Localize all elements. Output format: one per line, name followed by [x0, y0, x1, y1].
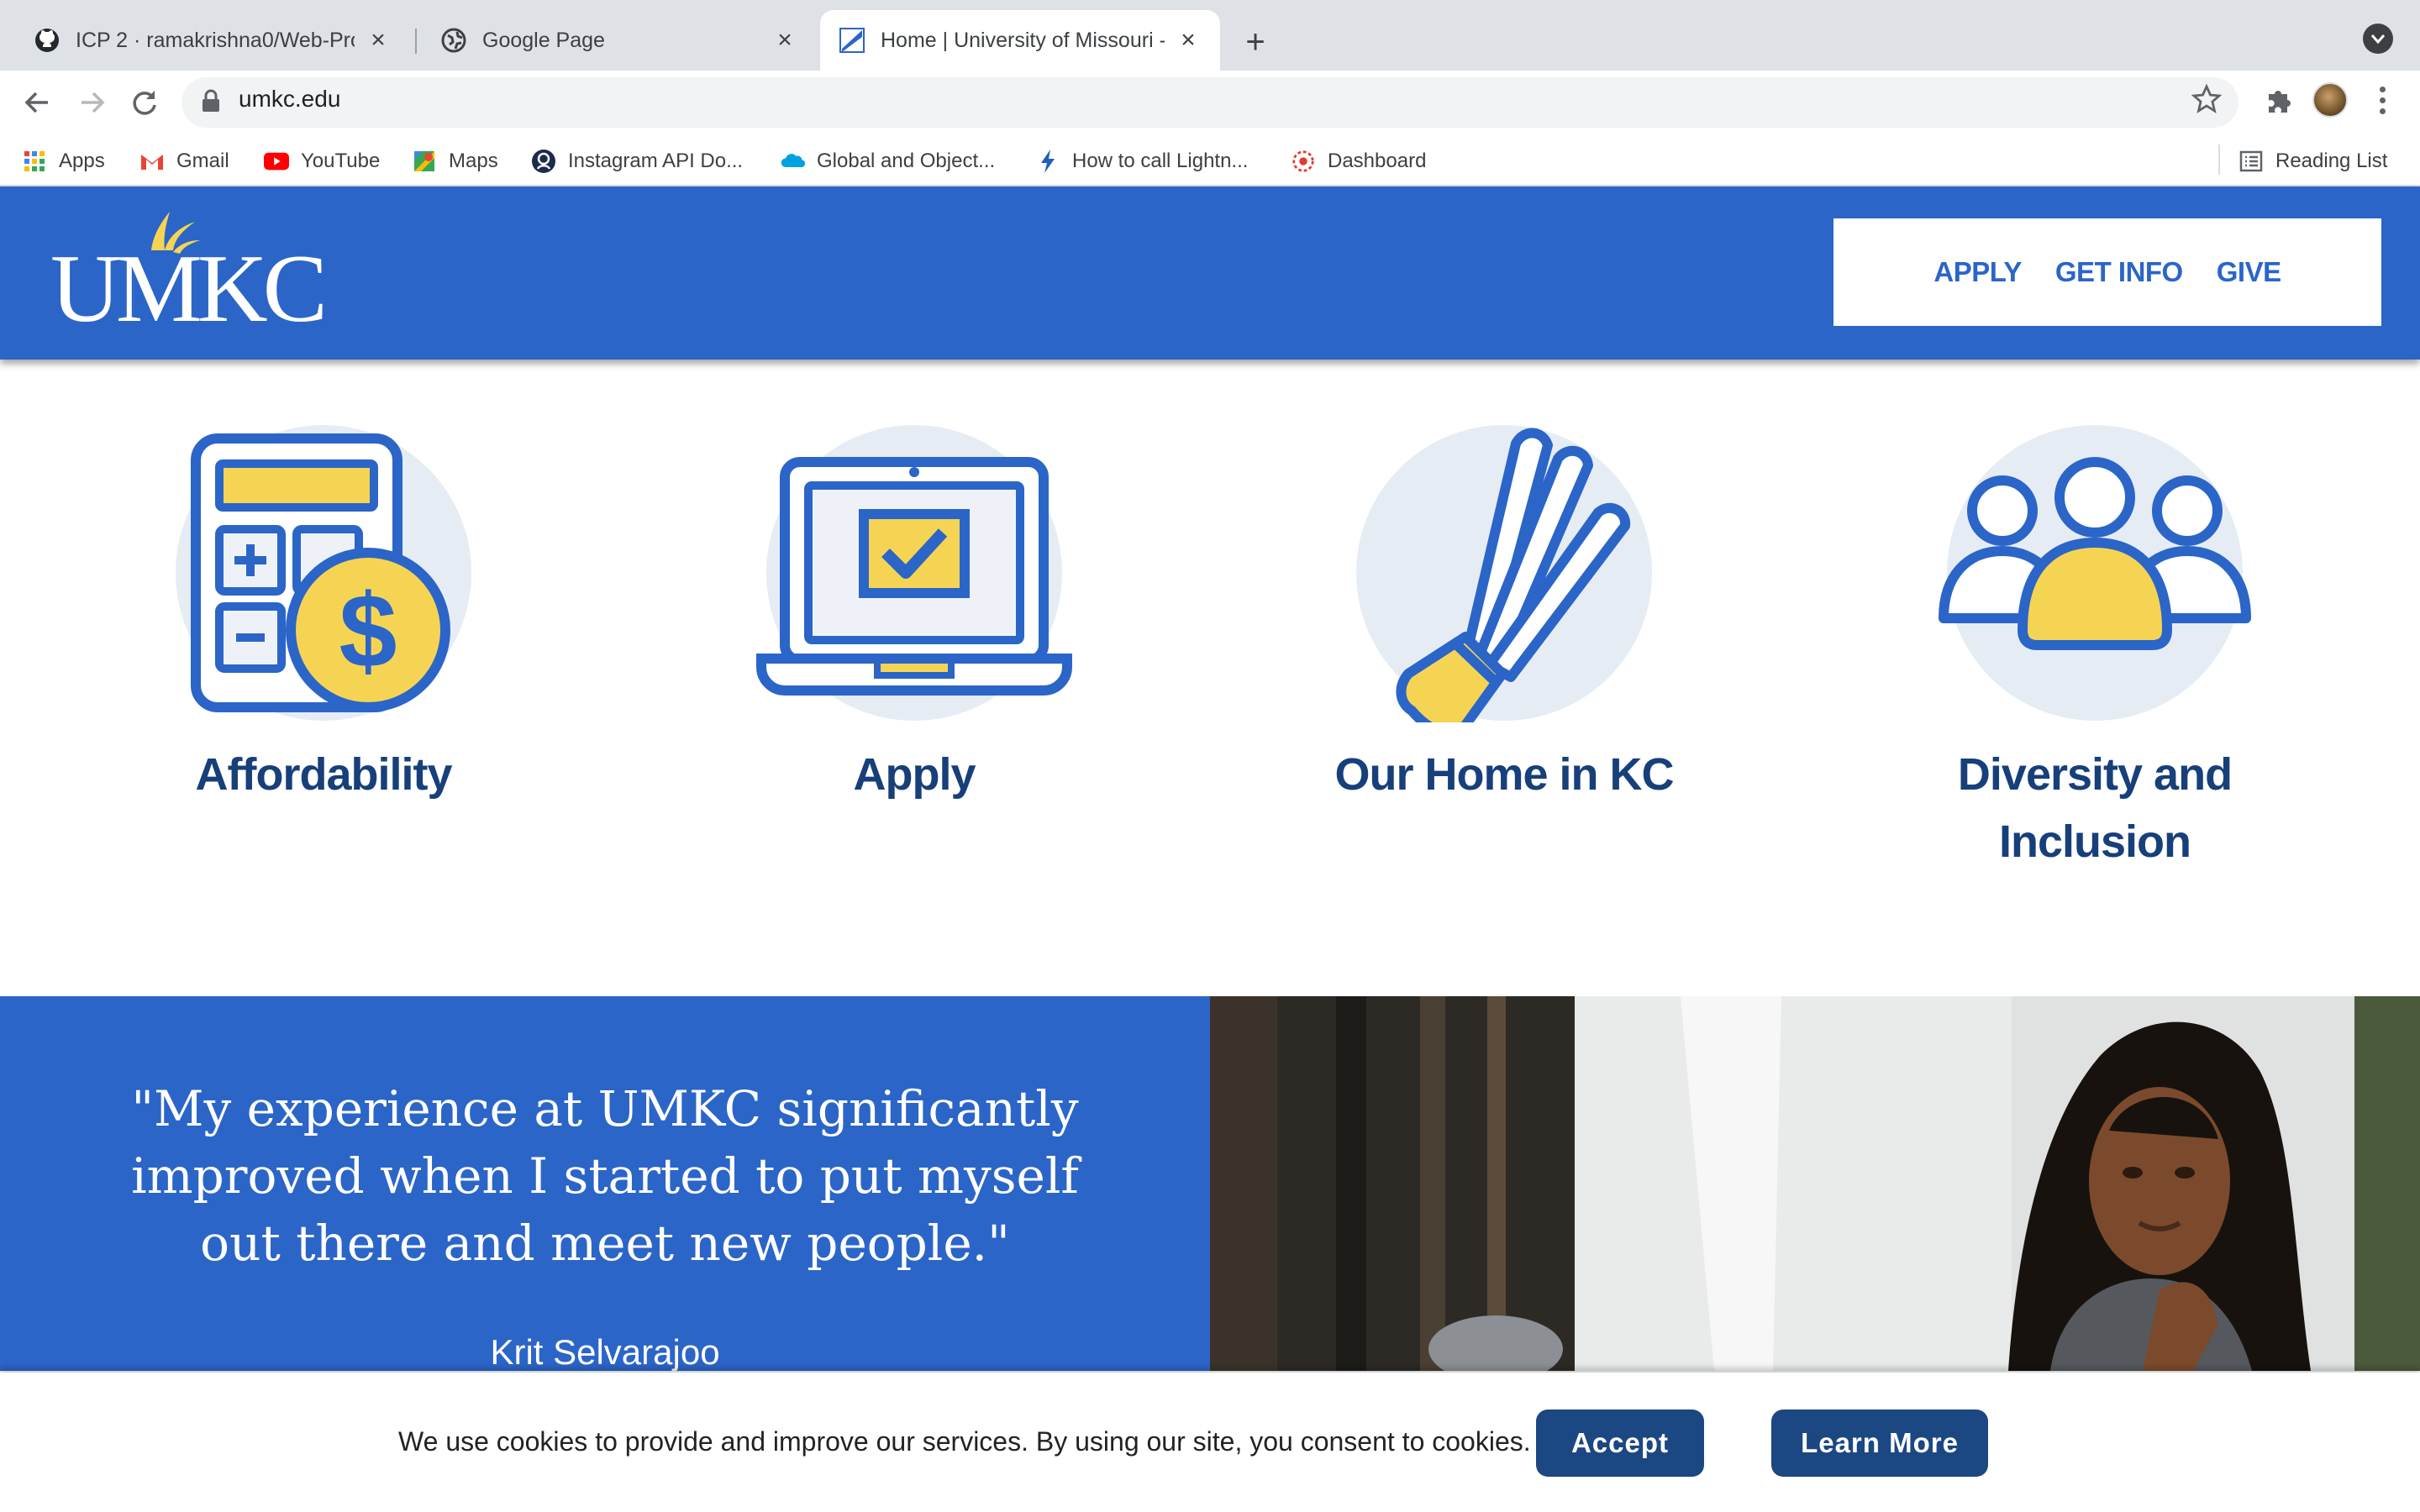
close-tab-icon[interactable]: × [771, 26, 798, 54]
feature-title: Our Home in KC [1334, 749, 1674, 800]
fountain-icon [1396, 428, 1631, 722]
apply-link[interactable]: APPLY [1933, 256, 2022, 288]
people-group-icon [1939, 457, 2251, 650]
tab-umkc-active[interactable]: Home | University of Missouri - K × [820, 10, 1220, 71]
apps-grid-icon [22, 149, 47, 174]
bookmark-label: Apps [59, 150, 105, 172]
bookmark-label: Dashboard [1328, 150, 1427, 172]
feature-affordability[interactable]: $ Affordability [71, 420, 576, 890]
feature-our-home-in-kc[interactable]: Our Home in KC [1252, 420, 1756, 890]
bookmarks-divider [2218, 144, 2220, 175]
chevron-down-icon [2370, 34, 2386, 45]
bookmark-dashboard[interactable]: Dashboard [1291, 144, 1426, 178]
testimonial-quote: "My experience at UMKC significantly imp… [131, 1080, 1079, 1272]
tab-separator [415, 29, 417, 54]
feature-title: Affordability [195, 749, 453, 800]
reading-list-button[interactable]: Reading List [2238, 144, 2387, 178]
reload-icon [133, 91, 156, 115]
bookmark-label: Maps [449, 150, 498, 172]
learn-more-button[interactable]: Learn More [1771, 1410, 1988, 1477]
back-button[interactable] [15, 81, 59, 124]
header-cta-box: APPLY GET INFO GIVE [1833, 218, 2381, 326]
bookmark-maps[interactable]: Maps [412, 144, 498, 178]
bookmark-label: How to call Lightn... [1072, 150, 1249, 172]
instagram-icon [531, 149, 556, 174]
close-tab-icon[interactable]: × [1175, 26, 1202, 54]
lightning-icon [1035, 149, 1060, 174]
feature-title-line1: Diversity and [1957, 749, 2233, 800]
feature-diversity-inclusion[interactable]: Diversity and Inclusion [1843, 420, 2347, 890]
github-icon [35, 29, 59, 52]
logo-wordmark: UMKC [50, 235, 328, 343]
bookmark-apps[interactable]: Apps [22, 144, 105, 178]
tab-title: Home | University of Missouri - K [881, 28, 1165, 52]
reload-button[interactable] [123, 81, 166, 124]
tab-google[interactable]: Google Page × [422, 10, 817, 71]
maps-icon [412, 149, 437, 174]
forward-button[interactable] [71, 81, 114, 124]
testimonial-author: Krit Selvarajoo [490, 1332, 720, 1372]
back-arrow-icon [24, 92, 48, 113]
umkc-logo[interactable]: UMKC [50, 210, 328, 338]
reading-list-label: Reading List [2275, 150, 2388, 172]
tab-title: Google Page [482, 28, 605, 52]
bookmark-label: Global and Object... [817, 150, 996, 172]
forward-arrow-icon [82, 92, 105, 113]
reading-list-icon [2238, 149, 2264, 174]
feature-title: Apply [853, 749, 976, 800]
feature-apply[interactable]: Apply [662, 420, 1166, 890]
give-link[interactable]: GIVE [2217, 256, 2281, 288]
new-tab-button[interactable]: + [1235, 22, 1276, 62]
browser-menu-button[interactable] [2370, 81, 2395, 119]
student-photo [1210, 996, 2420, 1371]
tab-github[interactable]: ICP 2 · ramakrishna0/Web-Prog × [15, 10, 410, 71]
close-tab-icon[interactable]: × [365, 26, 392, 54]
dashboard-icon [1291, 149, 1316, 174]
tab-search-button[interactable] [2363, 24, 2393, 54]
tab-title: ICP 2 · ramakrishna0/Web-Prog [76, 28, 355, 52]
bookmark-gmail[interactable]: Gmail [139, 144, 229, 178]
feature-title-line2: Inclusion [1998, 816, 2191, 867]
lock-icon[interactable] [202, 89, 220, 113]
youtube-icon [264, 149, 289, 174]
address-bar[interactable] [182, 77, 2238, 128]
get-info-link[interactable]: GET INFO [2055, 256, 2183, 288]
bookmark-instagram-api[interactable]: Instagram API Do... [531, 144, 743, 178]
bookmark-youtube[interactable]: YouTube [264, 144, 380, 178]
extensions-puzzle-icon[interactable] [2260, 82, 2297, 119]
bookmark-star-icon[interactable] [2191, 84, 2222, 114]
bookmark-lightning[interactable]: How to call Lightn... [1035, 144, 1248, 178]
profile-avatar[interactable] [2312, 82, 2348, 118]
accept-cookies-button[interactable]: Accept [1536, 1410, 1704, 1477]
bookmark-label: Gmail [176, 150, 229, 172]
salesforce-cloud-icon [780, 149, 805, 174]
bookmark-global-objects[interactable]: Global and Object... [780, 144, 995, 178]
globe-icon [441, 28, 466, 53]
bookmark-label: Instagram API Do... [568, 150, 744, 172]
laptop-check-icon [756, 457, 1072, 696]
calculator-dollar-icon: $ [191, 433, 450, 712]
umkc-icon [839, 28, 865, 53]
cookie-message: We use cookies to provide and improve ou… [398, 1426, 1531, 1457]
url-text[interactable]: umkc.edu [239, 86, 340, 113]
bookmark-label: YouTube [301, 150, 381, 172]
gmail-icon [139, 149, 165, 174]
svg-text:$: $ [339, 574, 397, 690]
feature-title: Diversity and Inclusion [1843, 741, 2347, 875]
